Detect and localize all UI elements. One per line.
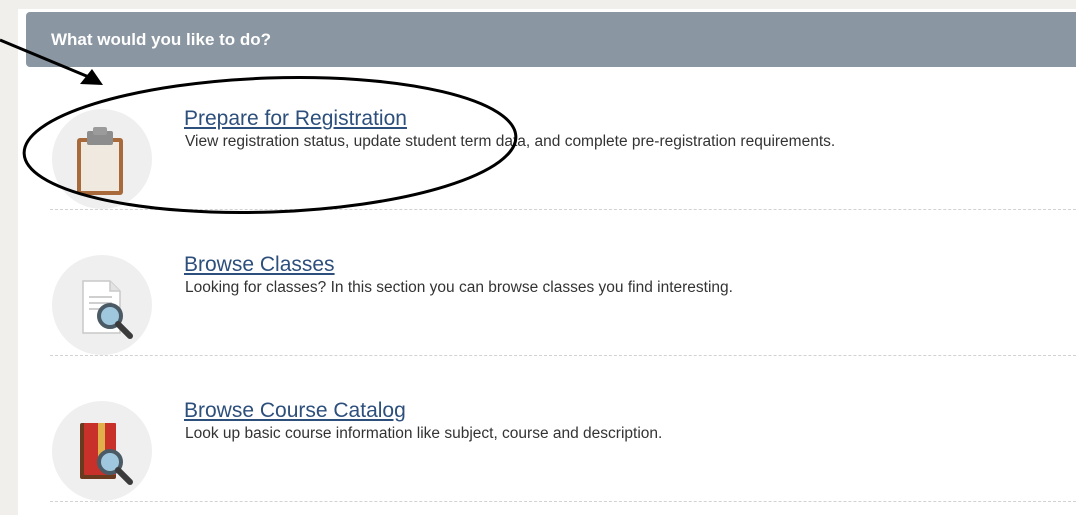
browse-classes-link[interactable]: Browse Classes [184, 253, 335, 277]
prepare-registration-description: View registration status, update student… [185, 133, 836, 150]
document-search-icon [52, 255, 152, 355]
menu-item-prepare-registration[interactable]: Prepare for Registration View registrati… [50, 107, 1076, 210]
prepare-registration-link[interactable]: Prepare for Registration [184, 107, 407, 131]
menu-item-browse-classes[interactable]: Browse Classes Looking for classes? In t… [50, 253, 1076, 356]
browse-classes-description: Looking for classes? In this section you… [185, 279, 733, 296]
menu-item-browse-catalog[interactable]: Browse Course Catalog Look up basic cour… [50, 399, 1076, 502]
registration-panel: What would you like to do? Prepare for R… [18, 9, 1076, 515]
page: What would you like to do? Prepare for R… [0, 0, 1076, 515]
catalog-search-icon [52, 401, 152, 501]
browse-catalog-description: Look up basic course information like su… [185, 425, 663, 442]
panel-header: What would you like to do? [26, 12, 1076, 67]
browse-catalog-link[interactable]: Browse Course Catalog [184, 399, 406, 423]
clipboard-icon [52, 109, 152, 209]
